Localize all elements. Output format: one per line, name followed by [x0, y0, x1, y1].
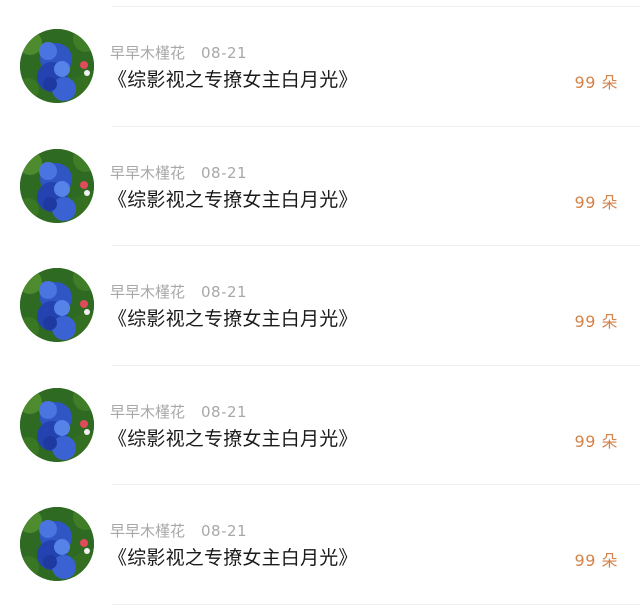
list-item[interactable]: 早早木槿花 08-21 《综影视之专撩女主白月光》 99 朵 [0, 127, 640, 246]
blue-hydrangea-image [20, 29, 94, 103]
blue-hydrangea-image [20, 148, 94, 223]
post-date: 08-21 [201, 163, 248, 182]
avatar[interactable] [20, 148, 94, 223]
post-date: 08-21 [201, 44, 248, 62]
list-item[interactable]: 早早木槿花 08-21 《综影视之专撩女主白月光》 99 朵 [0, 485, 640, 605]
book-title[interactable]: 《综影视之专撩女主白月光》 [108, 546, 358, 570]
item-meta: 早早木槿花 08-21 [110, 44, 247, 62]
author-name[interactable]: 早早木槿花 [110, 164, 185, 182]
author-name[interactable]: 早早木槿花 [110, 522, 185, 540]
item-meta: 早早木槿花 08-21 [110, 522, 247, 540]
item-meta: 早早木槿花 08-21 [110, 403, 247, 421]
gift-count: 99 朵 [574, 551, 618, 570]
blue-hydrangea-image [20, 387, 94, 462]
row-divider [112, 603, 640, 605]
avatar[interactable] [20, 507, 94, 581]
post-date: 08-21 [201, 522, 248, 540]
blue-hydrangea-image [20, 268, 94, 342]
blue-hydrangea-image [20, 507, 94, 581]
book-title[interactable]: 《综影视之专撩女主白月光》 [108, 68, 358, 92]
author-name[interactable]: 早早木槿花 [110, 283, 185, 301]
gift-count: 99 朵 [574, 192, 618, 212]
list-item[interactable]: 早早木槿花 08-21 《综影视之专撩女主白月光》 99 朵 [0, 7, 640, 127]
book-title[interactable]: 《综影视之专撩女主白月光》 [108, 307, 358, 331]
avatar[interactable] [20, 387, 94, 462]
gift-list: 早早木槿花 08-21 《综影视之专撩女主白月光》 99 朵 早早木槿花 08-… [0, 7, 640, 605]
list-item[interactable]: 早早木槿花 08-21 《综影视之专撩女主白月光》 99 朵 [0, 246, 640, 366]
avatar[interactable] [20, 29, 94, 103]
avatar[interactable] [20, 268, 94, 342]
book-title[interactable]: 《综影视之专撩女主白月光》 [108, 188, 358, 212]
list-item[interactable]: 早早木槿花 08-21 《综影视之专撩女主白月光》 99 朵 [0, 366, 640, 485]
post-date: 08-21 [201, 402, 248, 421]
gift-count: 99 朵 [574, 312, 618, 331]
gift-count: 99 朵 [574, 73, 618, 92]
item-meta: 早早木槿花 08-21 [110, 164, 247, 182]
book-title[interactable]: 《综影视之专撩女主白月光》 [108, 427, 358, 451]
gift-count: 99 朵 [574, 431, 618, 451]
item-meta: 早早木槿花 08-21 [110, 283, 247, 301]
author-name[interactable]: 早早木槿花 [110, 403, 185, 421]
post-date: 08-21 [201, 283, 248, 301]
author-name[interactable]: 早早木槿花 [110, 44, 185, 62]
